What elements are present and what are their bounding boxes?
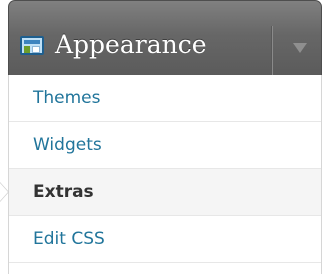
- menu-title: Appearance: [55, 30, 207, 59]
- menu-header-divider: [271, 26, 272, 75]
- menu-header: Appearance: [8, 0, 322, 75]
- appearance-menu-link[interactable]: Appearance: [9, 1, 270, 75]
- appearance-menu: Appearance Themes Widgets Extras Edit CS…: [0, 0, 325, 274]
- submenu-item-themes[interactable]: Themes: [9, 75, 321, 122]
- chevron-down-icon: [293, 43, 307, 53]
- submenu-item-widgets[interactable]: Widgets: [9, 122, 321, 169]
- submenu-item-edit-css[interactable]: Edit CSS: [9, 216, 321, 263]
- appearance-icon: [20, 36, 44, 55]
- submenu-item-label: Edit CSS: [33, 229, 105, 249]
- submenu: Themes Widgets Extras Edit CSS: [0, 75, 322, 274]
- current-item-pointer: [0, 182, 9, 202]
- submenu-item-label: Widgets: [33, 135, 102, 155]
- submenu-item-extras[interactable]: Extras: [0, 169, 321, 216]
- menu-toggle-button[interactable]: [273, 26, 319, 75]
- submenu-item-label: Themes: [33, 88, 101, 108]
- submenu-item-label: Extras: [33, 182, 94, 202]
